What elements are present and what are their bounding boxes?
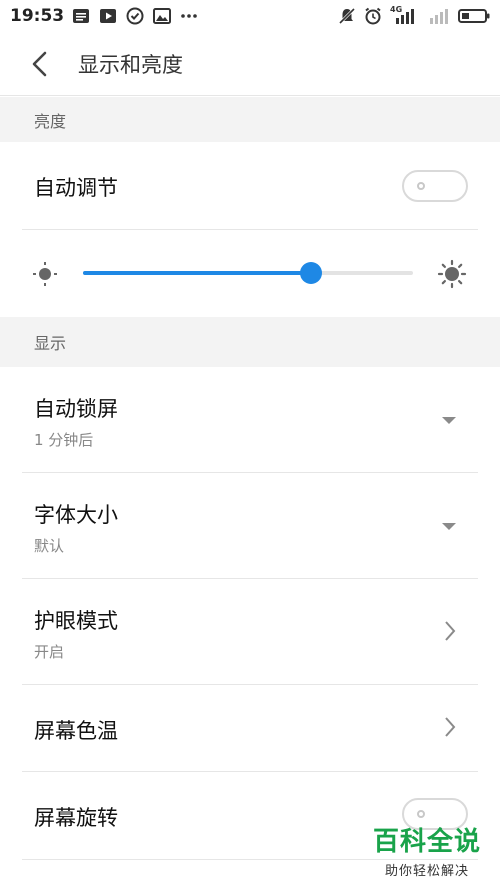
section-header-brightness: 亮度: [0, 97, 500, 142]
font-size-row[interactable]: 字体大小 默认: [0, 473, 500, 579]
status-left-icons: [72, 7, 198, 25]
message-icon: [72, 7, 90, 25]
chevron-right-icon: [445, 621, 456, 641]
signal-empty-icon: [424, 7, 450, 25]
bell-off-icon: [338, 7, 356, 25]
toggle-knob: [417, 810, 425, 818]
section-label-brightness: 亮度: [34, 111, 67, 131]
brightness-slider-row: [0, 230, 500, 317]
dropdown-caret-icon: [442, 523, 456, 530]
brightness-slider[interactable]: [83, 262, 413, 284]
brightness-low-icon: [32, 261, 58, 291]
dropdown-caret-icon: [442, 417, 456, 424]
network-label: 4G: [390, 5, 403, 14]
video-icon: [99, 7, 117, 25]
more-dots-icon: [180, 7, 198, 25]
alarm-icon: [364, 7, 382, 25]
auto-lock-label: 自动锁屏: [34, 397, 118, 421]
section-header-display: 显示: [0, 317, 500, 367]
color-temp-row[interactable]: 屏幕色温: [0, 685, 500, 772]
toggle-knob: [417, 182, 425, 190]
status-right-icons: 4G: [338, 5, 490, 25]
brightness-slider-thumb[interactable]: [299, 262, 322, 284]
brightness-high-icon: [437, 259, 467, 293]
color-temp-label: 屏幕色温: [34, 719, 118, 743]
rotation-label: 屏幕旋转: [34, 806, 118, 830]
eye-care-label: 护眼模式: [34, 609, 118, 633]
check-circle-icon: [126, 7, 144, 25]
battery-icon: [458, 7, 490, 25]
back-button[interactable]: [0, 32, 80, 96]
auto-adjust-toggle[interactable]: [402, 170, 468, 202]
brightness-slider-fill: [83, 271, 311, 275]
eye-care-value: 开启: [34, 643, 65, 661]
status-bar: 19:53 4G: [0, 0, 500, 32]
auto-lock-row[interactable]: 自动锁屏 1 分钟后: [0, 367, 500, 473]
page-title: 显示和亮度: [78, 52, 183, 77]
font-size-label: 字体大小: [34, 503, 118, 527]
auto-adjust-label: 自动调节: [34, 176, 118, 200]
watermark-subtitle: 助你轻松解决: [384, 864, 469, 879]
status-time: 19:53: [10, 6, 65, 26]
watermark-title: 百科全说: [372, 827, 481, 857]
back-arrow-icon: [32, 51, 47, 76]
eye-care-row[interactable]: 护眼模式 开启: [0, 579, 500, 685]
auto-lock-value: 1 分钟后: [34, 431, 94, 449]
watermark-logo: 百科全说 助你轻松解决: [368, 821, 486, 881]
image-icon: [153, 7, 172, 25]
font-size-value: 默认: [34, 537, 65, 555]
signal-4g-icon: 4G: [390, 5, 416, 25]
chevron-right-icon: [445, 717, 456, 737]
app-header: 显示和亮度: [0, 32, 500, 96]
section-label-display: 显示: [34, 334, 67, 353]
auto-adjust-row[interactable]: 自动调节: [0, 142, 500, 230]
